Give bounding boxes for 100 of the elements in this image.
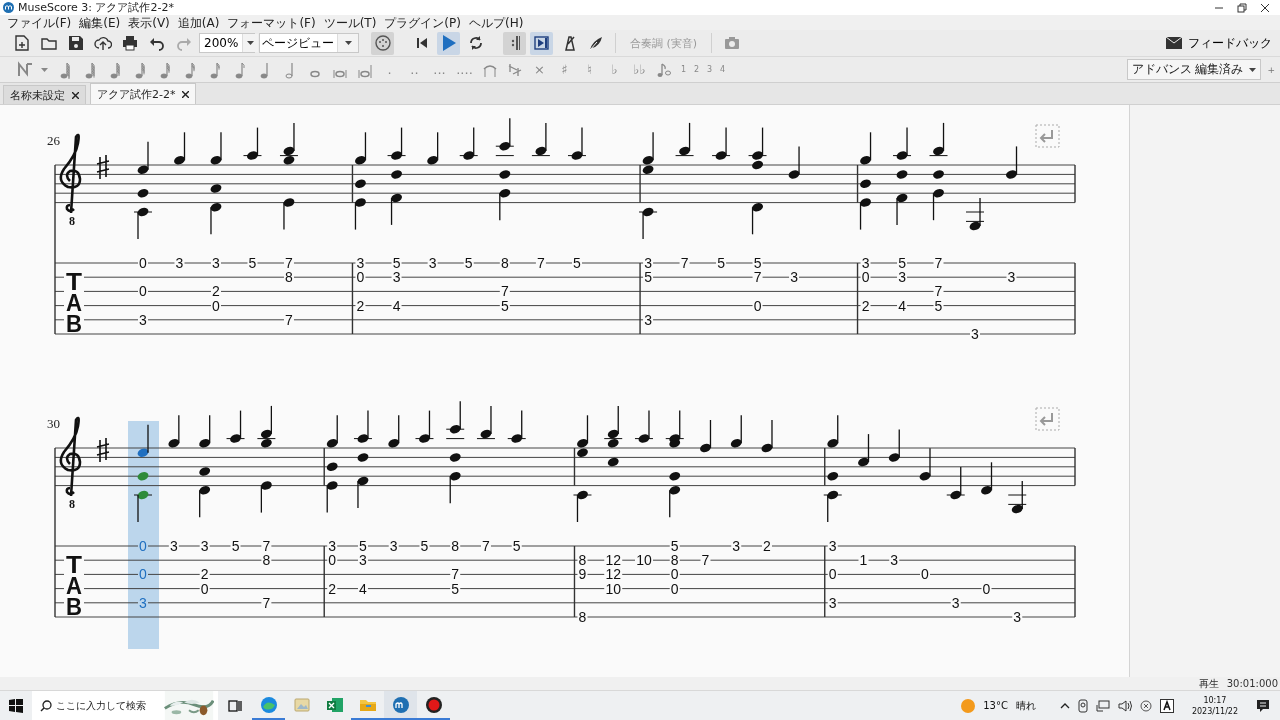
- tab-number: 7: [934, 283, 943, 300]
- tab-number: 9: [578, 566, 587, 583]
- midi-input-button[interactable]: [371, 31, 394, 55]
- weather-condition[interactable]: 晴れ: [1015, 698, 1036, 713]
- menu-item[interactable]: 追加(A): [173, 15, 224, 30]
- tab-number: 3: [951, 594, 960, 611]
- close-icon[interactable]: [182, 90, 190, 98]
- network-icon[interactable]: [1095, 699, 1110, 712]
- menu-item[interactable]: 表示(V): [124, 15, 174, 30]
- notification-icon[interactable]: [1256, 698, 1270, 713]
- tab-number: 5: [898, 255, 906, 271]
- webcam-icon[interactable]: [1077, 698, 1088, 713]
- tab-number: 3: [359, 552, 367, 569]
- search-bar[interactable]: ここに入力して検索: [32, 691, 218, 720]
- clock-date[interactable]: 2023/11/22: [1191, 705, 1238, 717]
- tab-number: 7: [262, 538, 271, 554]
- dropdown-arrow-icon: [344, 41, 352, 45]
- tab-number: 3: [139, 594, 147, 611]
- tab-number: 5: [392, 255, 401, 271]
- view-mode-dropdown[interactable]: ページビュー: [259, 33, 359, 53]
- speaker-icon[interactable]: [1117, 699, 1132, 712]
- tab-number: 0: [139, 538, 147, 554]
- tab-number: 3: [828, 594, 837, 611]
- menu-item[interactable]: フォーマット(F): [223, 15, 320, 30]
- new-file-icon: [12, 34, 31, 52]
- status-mode: 再生: [1198, 677, 1219, 690]
- close-icon[interactable]: [72, 91, 79, 99]
- menu-item[interactable]: 編集(E): [75, 15, 125, 30]
- treble-clef-icon: [59, 416, 82, 498]
- tab-number: 4: [359, 580, 367, 597]
- play-button[interactable]: [437, 31, 460, 55]
- edge-browser-icon: [258, 694, 279, 715]
- dropdown-arrow-icon[interactable]: [41, 67, 48, 72]
- circle-cross-icon[interactable]: [1139, 699, 1152, 712]
- tab-number: 5: [512, 538, 521, 554]
- menu-item[interactable]: ツール(T): [319, 15, 381, 30]
- tab-number: 8: [285, 269, 293, 286]
- document-tab[interactable]: アクア試作2-2*: [90, 83, 197, 104]
- tab-number: 0: [861, 269, 870, 286]
- musescore-taskbar-button[interactable]: [384, 691, 417, 720]
- midi-plug-icon: [373, 34, 392, 52]
- line-break-icon[interactable]: [1035, 407, 1060, 431]
- tab-number: 3: [175, 255, 184, 271]
- tab-number: 3: [200, 538, 209, 554]
- tab-number: 5: [248, 255, 257, 271]
- tab-number: 7: [753, 269, 762, 286]
- tab-number: 3: [428, 255, 437, 271]
- repeat-button[interactable]: [503, 31, 526, 55]
- windows-start-icon[interactable]: [9, 698, 23, 713]
- clock-time[interactable]: 10:17: [1203, 694, 1227, 706]
- search-field[interactable]: ここに入力して検索: [56, 695, 160, 716]
- workspace-dropdown[interactable]: アドバンス 編集済み: [1126, 59, 1262, 80]
- tab-number: 2: [328, 580, 337, 597]
- tab-number: 8: [578, 552, 587, 569]
- record-icon: [423, 694, 444, 715]
- tab-number: 0: [139, 283, 147, 300]
- menu-item[interactable]: ファイル(F): [3, 15, 76, 30]
- measure-number: 30: [47, 416, 60, 431]
- pan-button[interactable]: [530, 31, 553, 55]
- feedback-link[interactable]: フィードバック: [1188, 34, 1272, 52]
- tab-number: 5: [359, 538, 367, 554]
- tab-number: 3: [644, 311, 652, 328]
- treble-clef-icon: [59, 133, 82, 215]
- tab-number: 5: [934, 297, 943, 314]
- zoom-field[interactable]: 200%: [199, 33, 255, 53]
- task-view-icon[interactable]: [228, 698, 242, 713]
- tab-number: 7: [537, 255, 545, 271]
- tab-number: 5: [717, 255, 725, 271]
- tab-number: 3: [392, 269, 401, 286]
- tab-number: 3: [890, 552, 899, 569]
- tab-number: 8: [578, 609, 587, 625]
- tab-number: 3: [644, 255, 652, 271]
- tab-number: 0: [356, 269, 365, 286]
- tab-number: 0: [212, 297, 220, 314]
- note-input-icon[interactable]: [15, 60, 34, 79]
- close-icon[interactable]: [1260, 2, 1270, 13]
- tab-number: 2: [861, 297, 870, 314]
- tab-number: 7: [285, 255, 293, 271]
- line-break-icon[interactable]: [1035, 124, 1060, 148]
- tab-number: 3: [139, 311, 147, 328]
- chevron-up-icon[interactable]: [1059, 702, 1070, 709]
- input-method-icon[interactable]: [1159, 698, 1174, 713]
- dropdown-arrow-icon: [247, 41, 255, 45]
- tab-number: 4: [898, 297, 906, 314]
- tab-clef: TAB: [66, 269, 83, 337]
- tab-number: 7: [701, 552, 710, 569]
- tab-number: 12: [605, 552, 621, 569]
- menu-item[interactable]: ヘルプ(H): [464, 15, 528, 30]
- tab-number: 8: [500, 255, 509, 271]
- tab-number: 5: [451, 580, 460, 597]
- menu-item[interactable]: プラグイン(P): [380, 15, 465, 30]
- printer-icon: [120, 34, 139, 52]
- tab-number: 3: [389, 538, 398, 554]
- temperature[interactable]: 13°C: [983, 700, 1008, 711]
- tab-number: 3: [356, 255, 365, 271]
- restore-icon[interactable]: [1237, 2, 1247, 13]
- document-tab[interactable]: 名称未設定: [3, 85, 86, 104]
- add-workspace-button[interactable]: +: [1267, 64, 1275, 75]
- tab-number: 0: [200, 580, 209, 597]
- tab-number: 8: [670, 552, 679, 569]
